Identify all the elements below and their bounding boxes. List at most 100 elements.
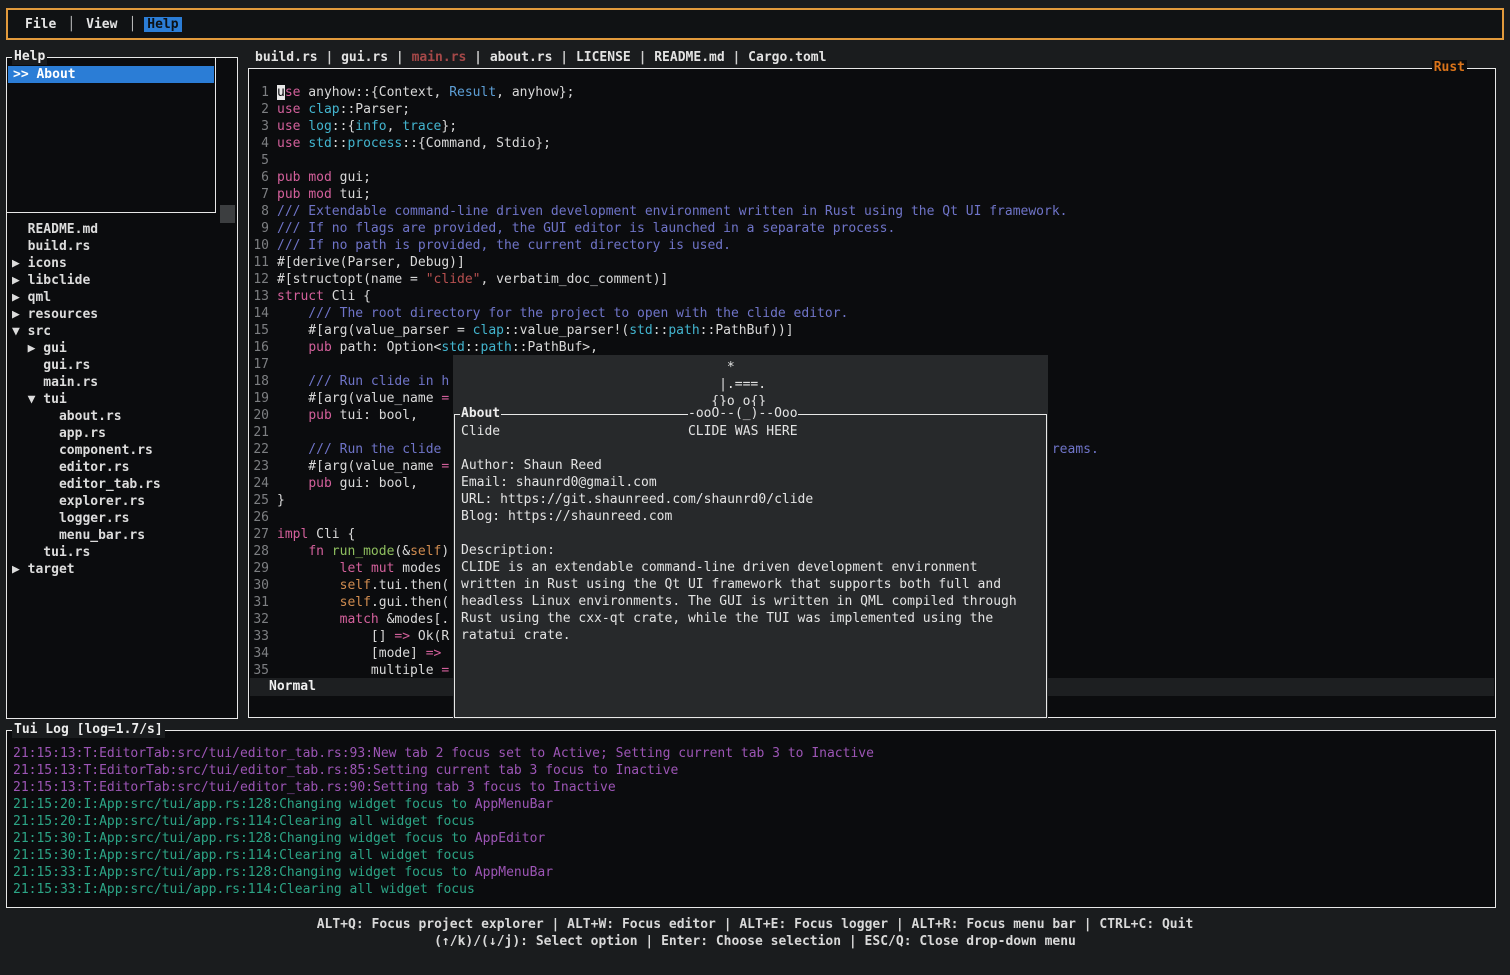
tree-item[interactable]: README.md bbox=[12, 221, 219, 238]
tab-cargo-toml[interactable]: Cargo.toml bbox=[748, 49, 826, 66]
tab-separator: | bbox=[466, 49, 489, 66]
tree-item[interactable]: ▶ qml bbox=[12, 289, 219, 306]
about-popup-box: About -ooO--(_)--Ooo Clide CLIDE WAS HER… bbox=[454, 414, 1047, 718]
line-number: 8 bbox=[253, 203, 269, 220]
line-number: 23 bbox=[253, 458, 269, 475]
editor-line[interactable]: 11#[derive(Parser, Debug)] bbox=[253, 254, 1493, 271]
editor-line[interactable]: 13struct Cli { bbox=[253, 288, 1493, 305]
line-number: 7 bbox=[253, 186, 269, 203]
language-badge: Rust bbox=[1432, 60, 1467, 76]
tree-item[interactable]: ▶ gui bbox=[12, 340, 219, 357]
line-number: 4 bbox=[253, 135, 269, 152]
editor-line[interactable]: 5 bbox=[253, 152, 1493, 169]
editor-line[interactable]: 2use clap::Parser; bbox=[253, 101, 1493, 118]
menu-item-file[interactable]: File bbox=[22, 17, 59, 32]
line-number: 22 bbox=[253, 441, 269, 458]
tree-item[interactable]: menu_bar.rs bbox=[12, 527, 219, 544]
line-number: 35 bbox=[253, 662, 269, 677]
tree-item[interactable]: ▶ target bbox=[12, 561, 219, 578]
line-number: 29 bbox=[253, 560, 269, 577]
editor-line[interactable]: 16 pub path: Option<std::path::PathBuf>, bbox=[253, 339, 1493, 356]
line-number: 21 bbox=[253, 424, 269, 441]
log-entry: 21:15:33:I:App:src/tui/app.rs:114:Cleari… bbox=[13, 881, 1489, 898]
mode-label: Normal bbox=[269, 679, 316, 694]
line-number: 10 bbox=[253, 237, 269, 254]
editor-line[interactable]: 9/// If no flags are provided, the GUI e… bbox=[253, 220, 1493, 237]
tree-item[interactable]: app.rs bbox=[12, 425, 219, 442]
line-number: 12 bbox=[253, 271, 269, 288]
explorer-scrollbar-thumb[interactable] bbox=[220, 205, 235, 223]
menu-item-help[interactable]: Help bbox=[144, 17, 181, 32]
tree-item[interactable]: logger.rs bbox=[12, 510, 219, 527]
tree-item[interactable]: ▼ tui bbox=[12, 391, 219, 408]
line-number: 34 bbox=[253, 645, 269, 662]
menu-separator: │ bbox=[128, 17, 136, 32]
line-number: 27 bbox=[253, 526, 269, 543]
line-number: 24 bbox=[253, 475, 269, 492]
tui-log-panel[interactable]: Tui Log [log=1.7/s] 21:15:13:T:EditorTab… bbox=[6, 730, 1496, 908]
line-number: 17 bbox=[253, 356, 269, 373]
menu-separator: │ bbox=[67, 17, 75, 32]
editor-line[interactable]: 12#[structopt(name = "clide", verbatim_d… bbox=[253, 271, 1493, 288]
editor-line[interactable]: 1use anyhow::{Context, Result, anyhow}; bbox=[253, 84, 1493, 101]
tab-separator: | bbox=[725, 49, 748, 66]
about-popup-content: Clide CLIDE WAS HERE Author: Shaun Reed … bbox=[455, 415, 1046, 644]
footer-help: ALT+Q: Focus project explorer | ALT+W: F… bbox=[0, 916, 1510, 950]
tree-item[interactable]: main.rs bbox=[12, 374, 219, 391]
log-entry: 21:15:33:I:App:src/tui/app.rs:128:Changi… bbox=[13, 864, 1489, 881]
line-number: 16 bbox=[253, 339, 269, 356]
help-dropdown: Help >> About bbox=[6, 57, 216, 213]
tree-item[interactable]: build.rs bbox=[12, 238, 219, 255]
editor-line[interactable]: 10/// If no path is provided, the curren… bbox=[253, 237, 1493, 254]
line-number: 1 bbox=[253, 84, 269, 101]
line-number: 32 bbox=[253, 611, 269, 628]
editor-line[interactable]: 4use std::process::{Command, Stdio}; bbox=[253, 135, 1493, 152]
editor-line[interactable]: 6pub mod gui; bbox=[253, 169, 1493, 186]
tree-item[interactable]: ▼ src bbox=[12, 323, 219, 340]
footer-line-2: (↑/k)/(↓/j): Select option | Enter: Choo… bbox=[0, 933, 1510, 950]
tree-item[interactable]: ▶ icons bbox=[12, 255, 219, 272]
editor-tabs: build.rs | gui.rs | main.rs | about.rs |… bbox=[255, 49, 826, 66]
tab-separator: | bbox=[318, 49, 341, 66]
tab-license[interactable]: LICENSE bbox=[576, 49, 631, 66]
editor-line[interactable]: 7pub mod tui; bbox=[253, 186, 1493, 203]
line-number: 19 bbox=[253, 390, 269, 407]
line-number: 11 bbox=[253, 254, 269, 271]
line-number: 26 bbox=[253, 509, 269, 526]
tree-item[interactable]: ▶ libclide bbox=[12, 272, 219, 289]
line-number: 6 bbox=[253, 169, 269, 186]
tab-separator: | bbox=[631, 49, 654, 66]
tab-main-rs[interactable]: main.rs bbox=[412, 49, 467, 66]
tree-item[interactable]: editor_tab.rs bbox=[12, 476, 219, 493]
editor-line[interactable]: 8/// Extendable command-line driven deve… bbox=[253, 203, 1493, 220]
tab-separator: | bbox=[552, 49, 575, 66]
menu-item-view[interactable]: View bbox=[83, 17, 120, 32]
editor-line[interactable]: 3use log::{info, trace}; bbox=[253, 118, 1493, 135]
tree-item[interactable]: about.rs bbox=[12, 408, 219, 425]
tree-item[interactable]: editor.rs bbox=[12, 459, 219, 476]
menu-bar-items: File │ View │ Help bbox=[8, 17, 182, 32]
tab-about-rs[interactable]: about.rs bbox=[490, 49, 553, 66]
line-number: 13 bbox=[253, 288, 269, 305]
log-entry: 21:15:30:I:App:src/tui/app.rs:128:Changi… bbox=[13, 830, 1489, 847]
about-popup: * |.===. {}o o{} About -ooO--(_)--Ooo Cl… bbox=[453, 355, 1048, 719]
line-number: 15 bbox=[253, 322, 269, 339]
tree-item[interactable]: gui.rs bbox=[12, 357, 219, 374]
line-number: 20 bbox=[253, 407, 269, 424]
tab-build-rs[interactable]: build.rs bbox=[255, 49, 318, 66]
tree-item[interactable]: tui.rs bbox=[12, 544, 219, 561]
tree-item[interactable]: explorer.rs bbox=[12, 493, 219, 510]
file-tree: README.md build.rs▶ icons▶ libclide▶ qml… bbox=[12, 221, 219, 578]
log-entry: 21:15:13:T:EditorTab:src/tui/editor_tab.… bbox=[13, 745, 1489, 762]
tab-readme-md[interactable]: README.md bbox=[654, 49, 724, 66]
tab-gui-rs[interactable]: gui.rs bbox=[341, 49, 388, 66]
help-dropdown-item-about[interactable]: >> About bbox=[8, 66, 214, 83]
editor-line[interactable]: 14 /// The root directory for the projec… bbox=[253, 305, 1493, 322]
editor-line[interactable]: 15 #[arg(value_parser = clap::value_pars… bbox=[253, 322, 1493, 339]
log-entry: 21:15:13:T:EditorTab:src/tui/editor_tab.… bbox=[13, 762, 1489, 779]
log-entry: 21:15:20:I:App:src/tui/app.rs:114:Cleari… bbox=[13, 813, 1489, 830]
tree-item[interactable]: component.rs bbox=[12, 442, 219, 459]
help-dropdown-title: Help bbox=[12, 49, 47, 65]
about-popup-title: About bbox=[460, 406, 501, 422]
tree-item[interactable]: ▶ resources bbox=[12, 306, 219, 323]
